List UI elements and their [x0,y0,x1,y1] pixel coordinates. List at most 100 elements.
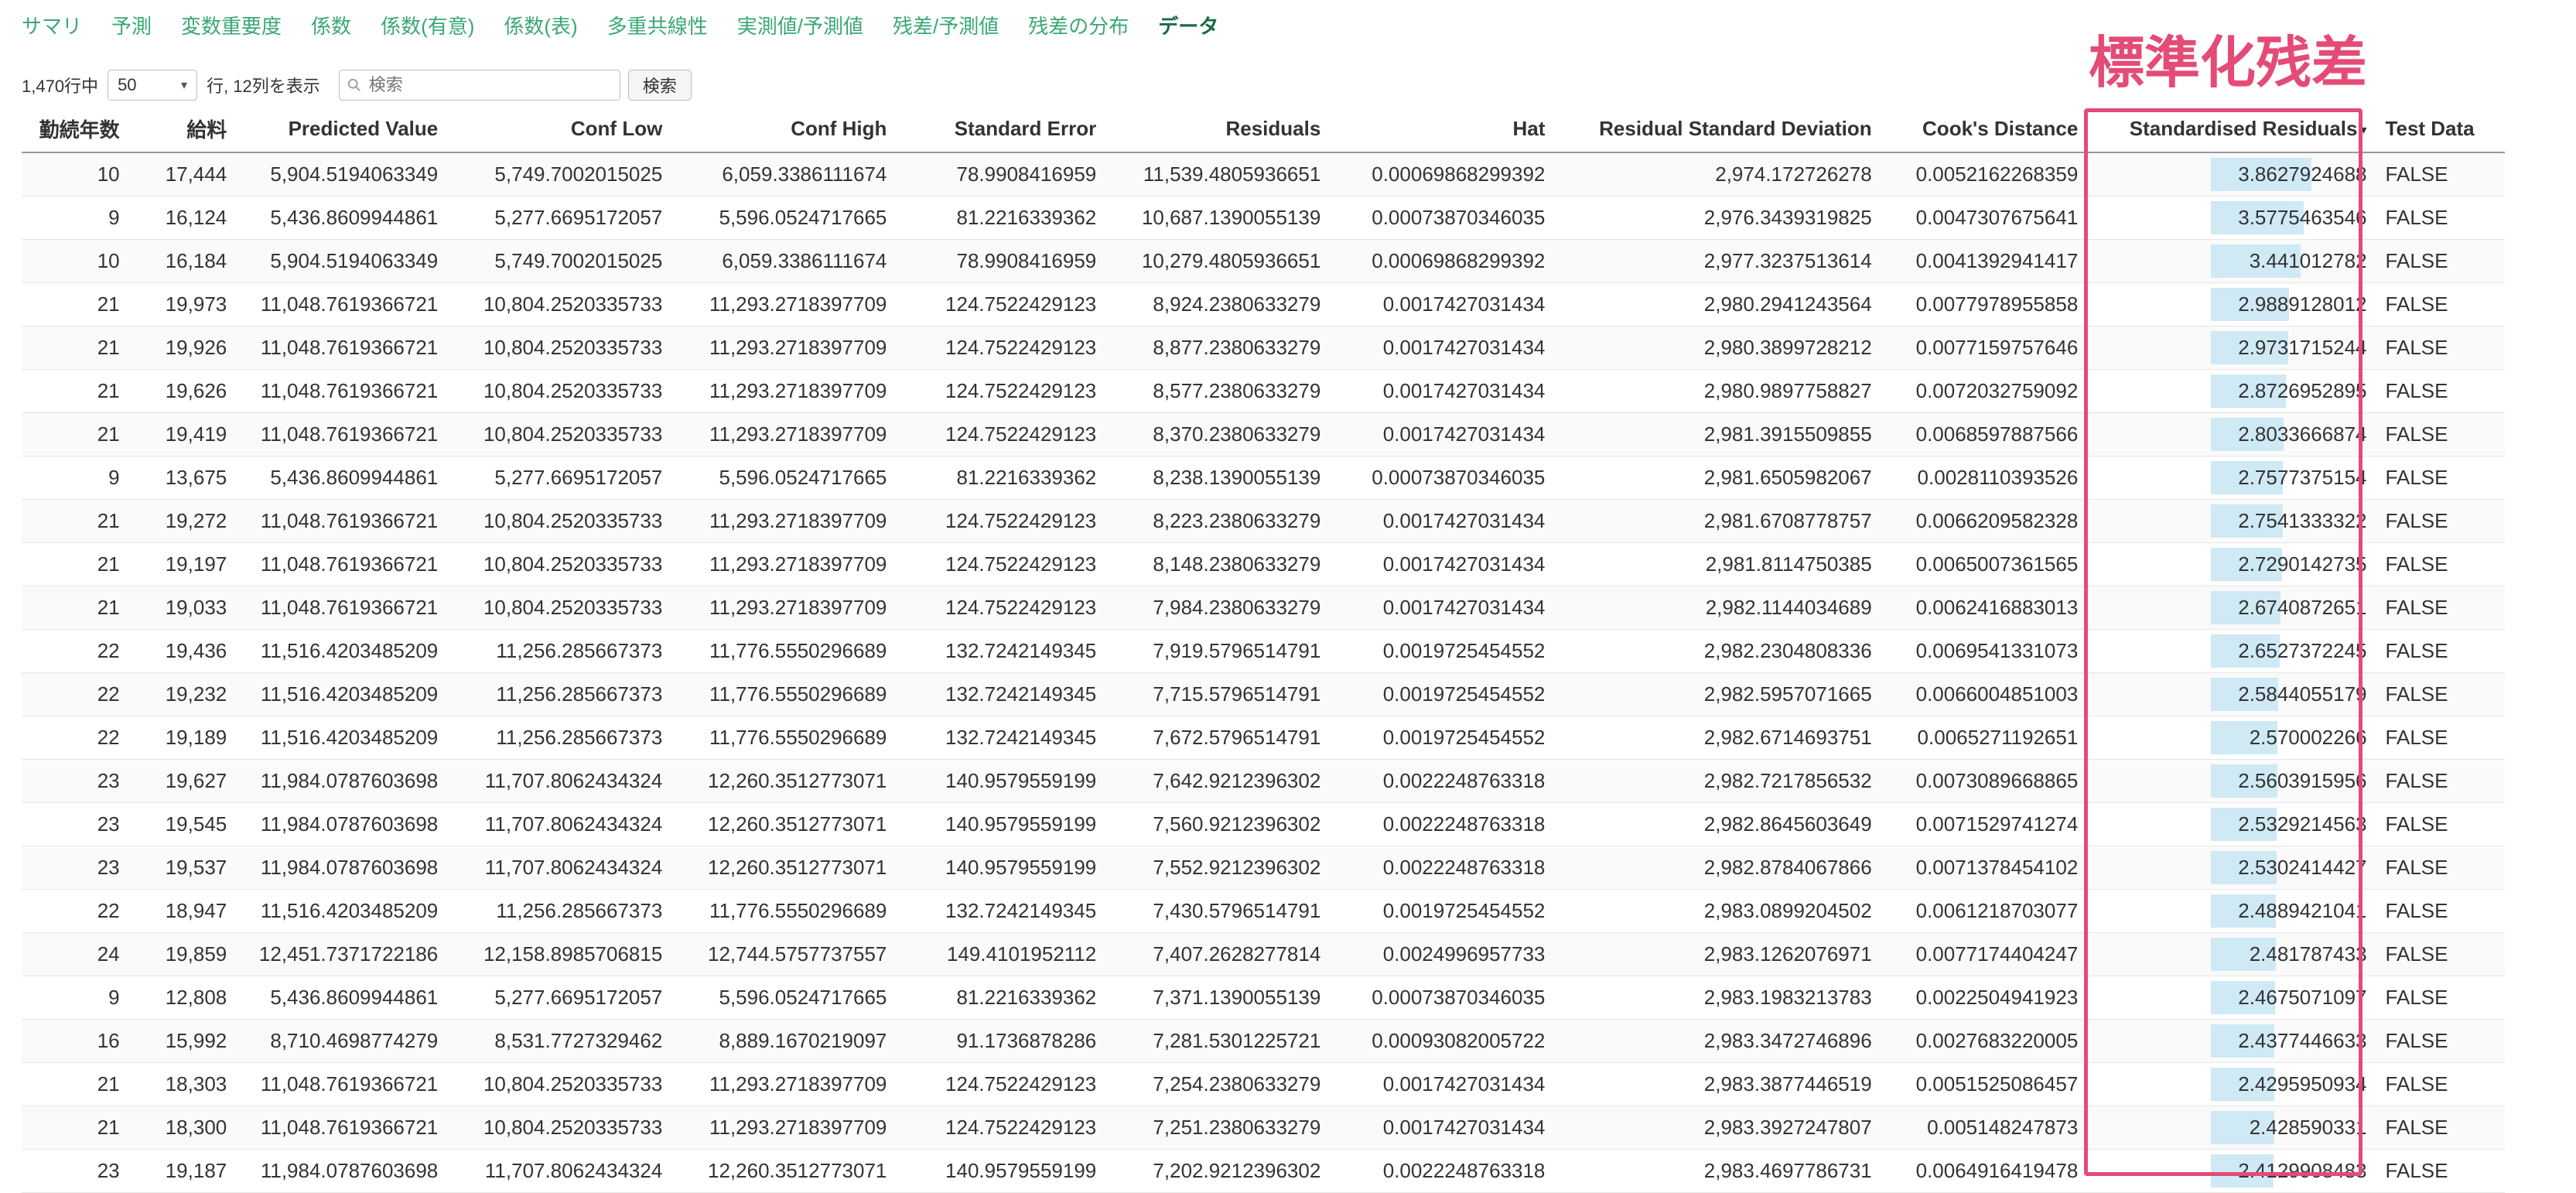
table-row[interactable]: 23 19,627 11,984.0787603698 11,707.80624343… [22,759,2505,803]
table-row[interactable]: 23 19,545 11,984.0787603698 11,707.80624343… [22,802,2505,846]
table-cell: 11,048.7619366721 [236,369,448,413]
table-cell: 140.9579559199 [896,802,1106,846]
column-header-5[interactable]: Standard Error [896,105,1106,153]
table-cell: 8,889.1670219097 [671,1019,897,1063]
table-row[interactable]: 23 19,537 11,984.0787603698 11,707.80624343… [22,846,2505,890]
table-cell: 2,980.9897758827 [1554,369,1881,413]
table-row[interactable]: 9 13,675 5,436.8609944861 5,277.6695172057 5… [22,456,2505,500]
table-cell: FALSE [2376,846,2505,890]
table-row[interactable]: 21 19,272 11,048.7619366721 10,804.25203357… [22,499,2505,543]
residual-value: 2.9889128012 [2238,292,2367,316]
page-size-select[interactable]: 50 ▾ [108,70,198,101]
table-cell: 2,983.1983213783 [1554,976,1881,1020]
table-cell: 11,776.5550296689 [671,889,897,933]
table-row[interactable]: 21 19,033 11,048.7619366721 10,804.25203357… [22,586,2505,630]
table-row[interactable]: 22 19,232 11,516.4203485209 11,256.28566737… [22,672,2505,716]
tab-0[interactable]: サマリ [22,11,82,39]
table-cell: 0.0022248763318 [1330,759,1555,803]
table-cell: 3.441012782 [2087,239,2376,283]
table-cell: 8,924.2380633279 [1105,282,1331,326]
column-header-6[interactable]: Residuals [1105,105,1331,153]
table-cell: 2.9731715244 [2087,326,2376,370]
tab-6[interactable]: 多重共線性 [607,11,708,39]
table-cell: FALSE [2376,1062,2505,1106]
table-row[interactable]: 21 18,303 11,048.7619366721 10,804.25203357… [22,1062,2505,1106]
table-row[interactable]: 9 16,124 5,436.8609944861 5,277.6695172057 5… [22,196,2505,240]
table-cell: FALSE [2376,456,2505,500]
table-cell: 2.6740872651 [2087,586,2376,630]
table-row[interactable]: 21 19,926 11,048.7619366721 10,804.25203357… [22,326,2505,370]
table-cell: 2,980.3899728212 [1554,326,1881,370]
table-row[interactable]: 23 19,187 11,984.0787603698 11,707.80624343… [22,1149,2505,1193]
column-header-4[interactable]: Conf High [671,105,897,153]
table-cell: 12,158.8985706815 [447,932,672,976]
tab-9[interactable]: 残差の分布 [1028,11,1129,39]
column-header-8[interactable]: Residual Standard Deviation [1554,105,1881,153]
table-row[interactable]: 9 12,808 5,436.8609944861 5,277.6695172057 5… [22,976,2505,1020]
column-header-1[interactable]: 給料 [128,105,237,153]
table-cell: 11,539.4805936651 [1105,152,1331,197]
column-header-7[interactable]: Hat [1330,105,1555,153]
tab-4[interactable]: 係数(有意) [381,11,474,39]
table-cell: FALSE [2376,239,2505,283]
table-row[interactable]: 21 19,419 11,048.7619366721 10,804.25203357… [22,412,2505,456]
table-cell: 0.0064916419478 [1881,1149,2088,1193]
table-cell: 3.8627924688 [2087,152,2376,197]
residual-value: 2.428590331 [2249,1116,2367,1139]
search-input[interactable] [367,74,603,96]
table-cell: 11,256.285667373 [447,889,672,933]
table-row[interactable]: 10 16,184 5,904.5194063349 5,749.7002015025… [22,239,2505,283]
tab-5[interactable]: 係数(表) [504,11,577,39]
table-cell: 0.0022504941923 [1881,976,2088,1020]
table-row[interactable]: 21 19,197 11,048.7619366721 10,804.25203357… [22,542,2505,586]
chevron-down-icon: ▾ [181,79,188,92]
table-cell: 11,776.5550296689 [671,629,897,673]
table-row[interactable]: 22 19,436 11,516.4203485209 11,256.28566737… [22,629,2505,673]
table-cell: 19,272 [128,499,237,543]
table-cell: 7,281.5301225721 [1105,1019,1331,1063]
tab-10[interactable]: データ [1158,11,1218,39]
table-cell: 11,707.8062434324 [447,1149,672,1193]
table-row[interactable]: 16 15,992 8,710.4698774279 8,531.7727329462… [22,1019,2505,1063]
table-cell: 140.9579559199 [896,1149,1106,1193]
column-header-10[interactable]: Standardised Residuals ▾ [2087,105,2376,153]
sort-desc-icon[interactable]: ▾ [2361,124,2367,137]
table-row[interactable]: 21 18,300 11,048.7619366721 10,804.25203357… [22,1106,2505,1150]
table-cell: 0.0022248763318 [1330,846,1555,890]
tab-7[interactable]: 実測値/予測値 [737,11,863,39]
table-cell: 2.9889128012 [2087,282,2376,326]
tab-1[interactable]: 予測 [111,11,152,39]
table-row[interactable]: 10 17,444 5,904.5194063349 5,749.7002015025… [22,152,2505,197]
table-cell: 2,982.2304808336 [1554,629,1881,673]
table-cell: 11,776.5550296689 [671,672,897,716]
tab-8[interactable]: 残差/予測値 [893,11,999,39]
table-row[interactable]: 22 19,189 11,516.4203485209 11,256.28566737… [22,716,2505,760]
column-header-0[interactable]: 勤続年数 [22,105,129,153]
table-row[interactable]: 22 18,947 11,516.4203485209 11,256.28566737… [22,889,2505,933]
search-box[interactable] [338,70,620,101]
residual-value: 2.481787433 [2249,942,2367,966]
table-cell: 7,984.2380633279 [1105,586,1331,630]
table-cell: 91.1736878286 [896,1019,1106,1063]
column-header-3[interactable]: Conf Low [447,105,672,153]
table-cell: 8,148.2380633279 [1105,542,1331,586]
table-cell: FALSE [2376,802,2505,846]
table-cell: 0.0077174404247 [1881,932,2088,976]
table-row[interactable]: 21 19,973 11,048.7619366721 10,804.25203357… [22,282,2505,326]
table-cell: 81.2216339362 [896,976,1106,1020]
column-header-label: 勤続年数 [39,118,120,142]
tab-3[interactable]: 係数 [311,11,351,39]
table-cell: 16 [22,1019,129,1063]
table-cell: 124.7522429123 [896,282,1106,326]
tab-2[interactable]: 変数重要度 [181,11,282,39]
table-row[interactable]: 24 19,859 12,451.7371722186 12,158.89857068… [22,932,2505,976]
search-button[interactable]: 検索 [627,70,692,101]
table-cell: FALSE [2376,196,2505,240]
column-header-11[interactable]: Test Data [2376,105,2505,153]
table-cell: 124.7522429123 [896,369,1106,413]
table-row[interactable]: 21 19,626 11,048.7619366721 10,804.25203357… [22,369,2505,413]
table-cell: 5,277.6695172057 [447,976,672,1020]
column-header-9[interactable]: Cook's Distance [1881,105,2088,153]
column-header-2[interactable]: Predicted Value [236,105,448,153]
table-cell: 140.9579559199 [896,846,1106,890]
